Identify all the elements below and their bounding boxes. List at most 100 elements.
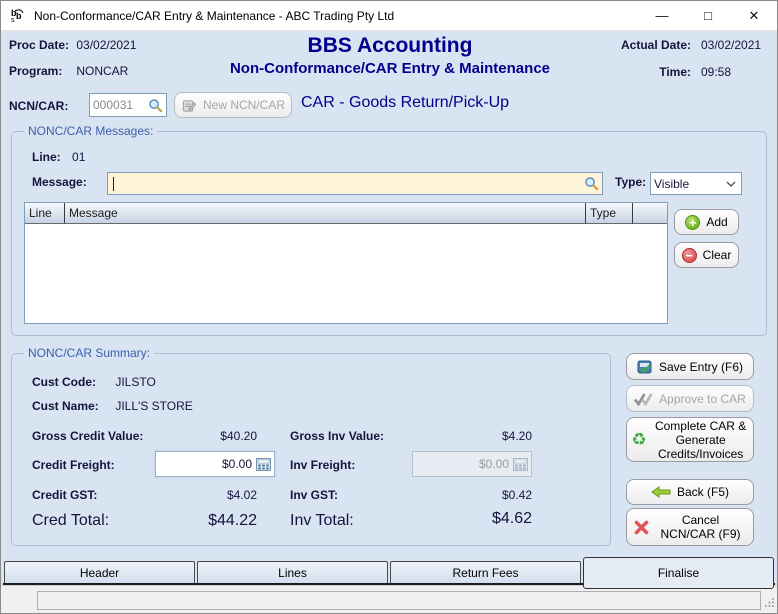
close-button[interactable]: ✕ (731, 1, 777, 30)
inv-total-label: Inv Total: (290, 512, 354, 529)
cancel-ncn-car-button[interactable]: Cancel NCN/CAR (F9) (626, 508, 754, 546)
app-subtitle: Non-Conformance/CAR Entry & Maintenance (229, 60, 551, 77)
credit-gst-label: Credit GST: (32, 488, 98, 502)
cancel-x-icon (634, 520, 649, 535)
messages-group-title: NONC/CAR Messages: (24, 124, 158, 138)
column-header-type[interactable]: Type (586, 203, 633, 224)
complete-car-button[interactable]: ♻ Complete CAR & Generate Credits/Invoic… (626, 417, 754, 462)
gross-inv-value: $4.20 (501, 429, 532, 443)
header-left: Proc Date: 03/02/2021 Program: NONCAR (9, 38, 136, 90)
cred-total-label: Cred Total: (32, 512, 110, 529)
cust-name-value: JILL'S STORE (115, 399, 193, 413)
header-right: Actual Date: 03/02/2021 Time: 09:58 (605, 38, 769, 92)
actual-date-label: Actual Date: (620, 38, 691, 52)
back-button-label: Back (F5) (676, 485, 729, 499)
clear-button[interactable]: − Clear (674, 242, 739, 268)
app-title: BBS Accounting (307, 34, 473, 57)
tab-lines[interactable]: Lines (197, 561, 388, 583)
column-header-message[interactable]: Message (65, 203, 586, 224)
app-icon: b b s (10, 8, 26, 24)
line-value: 01 (72, 150, 86, 164)
bottom-tabstrip: Header Lines Return Fees Finalise (3, 557, 775, 589)
tab-header[interactable]: Header (4, 561, 195, 583)
messages-table-body[interactable] (25, 224, 667, 323)
app-window: b b s Non-Conformance/CAR Entry & Mainte… (0, 0, 778, 614)
gross-credit-value: $40.20 (220, 429, 257, 443)
add-button-label: Add (706, 215, 728, 229)
inv-freight-value: $0.00 (478, 457, 509, 471)
double-check-icon (634, 392, 653, 406)
ncn-car-input[interactable]: 000031 (89, 93, 167, 117)
message-lookup-icon[interactable] (584, 176, 599, 191)
tab-return-fees[interactable]: Return Fees (390, 561, 581, 583)
minimize-button[interactable]: — (639, 1, 685, 30)
message-label: Message: (32, 175, 87, 189)
program-label: Program: (9, 64, 63, 78)
status-bar (1, 585, 777, 613)
add-button[interactable]: + Add (674, 209, 739, 235)
cred-total-value: $44.22 (208, 512, 257, 529)
program-value: NONCAR (76, 64, 129, 78)
lookup-icon[interactable] (148, 98, 163, 113)
summary-group-title: NONC/CAR Summary: (24, 346, 155, 360)
calculator-icon-disabled (513, 457, 528, 471)
column-header-line[interactable]: Line (25, 203, 65, 224)
messages-groupbox: NONC/CAR Messages: Line: 01 Message: Typ… (11, 124, 767, 336)
actual-date-row: Actual Date: 03/02/2021 (605, 38, 769, 52)
plus-icon: + (685, 214, 701, 230)
proc-date-label: Proc Date: (9, 38, 70, 52)
inv-gst-label: Inv GST: (290, 488, 339, 502)
cust-name-row: Cust Name: JILL'S STORE (32, 399, 193, 413)
proc-date-value: 03/02/2021 (76, 38, 137, 52)
ncn-car-label: NCN/CAR: (9, 99, 69, 113)
resize-grip-icon[interactable] (764, 597, 775, 611)
save-entry-button[interactable]: Save Entry (F6) (626, 353, 754, 380)
cancel-ncn-car-label: Cancel NCN/CAR (F9) (660, 513, 741, 541)
new-document-icon (181, 98, 197, 113)
titlebar: b b s Non-Conformance/CAR Entry & Mainte… (1, 1, 777, 31)
type-label: Type: (615, 175, 647, 189)
status-panel (37, 591, 761, 610)
complete-car-label: Complete CAR & Generate Credits/Invoices (654, 418, 747, 461)
window-controls: — □ ✕ (639, 1, 777, 30)
save-icon (637, 359, 653, 375)
line-label: Line: (32, 150, 61, 164)
program-row: Program: NONCAR (9, 64, 136, 78)
gross-inv-label: Gross Inv Value: (290, 429, 385, 443)
credit-freight-input[interactable]: $0.00 (155, 451, 275, 477)
actual-date-value: 03/02/2021 (701, 38, 762, 52)
car-mode-title: CAR - Goods Return/Pick-Up (301, 94, 510, 111)
time-row: Time: 09:58 (605, 65, 769, 79)
approve-to-car-label: Approve to CAR (659, 391, 746, 406)
inv-freight-input: $0.00 (412, 451, 532, 477)
time-label: Time: (659, 65, 691, 79)
messages-table-header: Line Message Type (25, 203, 667, 224)
text-caret (113, 176, 114, 191)
cust-name-label: Cust Name: (32, 399, 99, 413)
maximize-button[interactable]: □ (685, 1, 731, 30)
credit-freight-label: Credit Freight: (32, 458, 115, 472)
message-input[interactable] (107, 172, 603, 195)
calculator-icon[interactable] (256, 457, 271, 471)
window-title: Non-Conformance/CAR Entry & Maintenance … (34, 8, 395, 23)
tab-finalise[interactable]: Finalise (583, 557, 774, 589)
ncn-car-number: 000031 (93, 98, 134, 112)
chevron-down-icon (726, 181, 736, 187)
messages-table[interactable]: Line Message Type (24, 202, 668, 324)
recycle-icon: ♻ (631, 430, 647, 449)
column-header-filler (633, 203, 667, 224)
line-row: Line: 01 (32, 150, 85, 164)
new-ncn-car-label: New NCN/CAR (202, 98, 285, 112)
proc-date-row: Proc Date: 03/02/2021 (9, 38, 136, 52)
type-select[interactable]: Visible (650, 172, 742, 195)
cust-code-value: JILSTO (115, 375, 156, 389)
approve-to-car-button[interactable]: Approve to CAR (626, 385, 754, 412)
back-button[interactable]: Back (F5) (626, 479, 754, 505)
minus-icon: − (681, 247, 697, 263)
inv-total-value: $4.62 (491, 510, 532, 527)
header-center: BBS Accounting Non-Conformance/CAR Entry… (170, 33, 610, 79)
new-ncn-car-button[interactable]: New NCN/CAR (174, 92, 292, 118)
cust-code-label: Cust Code: (32, 375, 96, 389)
summary-groupbox: NONC/CAR Summary: Cust Code: JILSTO Cust… (11, 346, 611, 546)
gross-credit-label: Gross Credit Value: (32, 429, 144, 443)
